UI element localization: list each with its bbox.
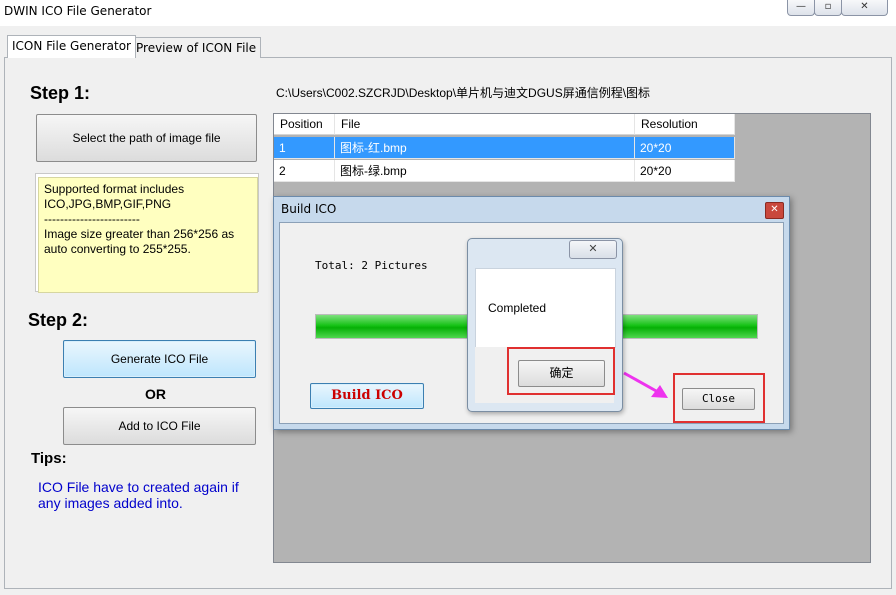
minimize-button[interactable]: — <box>787 0 815 16</box>
info-line: Supported format includes <box>44 182 185 196</box>
info-line: Image size greater than 256*256 as <box>44 227 235 241</box>
select-path-button[interactable]: Select the path of image file <box>36 114 257 162</box>
build-dialog-title: Build ICO <box>281 202 337 216</box>
cell-position[interactable]: 2 <box>274 160 335 182</box>
total-pictures-label: Total: 2 Pictures <box>315 259 428 272</box>
maximize-button[interactable]: ▫ <box>814 0 842 16</box>
build-dialog-close-icon[interactable]: ✕ <box>765 202 784 219</box>
cell-resolution[interactable]: 20*20 <box>635 160 735 182</box>
tips-text: ICO File have to created again if any im… <box>38 479 268 511</box>
tips-heading: Tips: <box>31 450 67 467</box>
tab-preview-of-icon-file[interactable]: Preview of ICON File <box>131 37 262 58</box>
annotation-arrow-icon <box>623 371 668 398</box>
completed-text: Completed <box>488 301 547 315</box>
supported-format-info: Supported format includes ICO,JPG,BMP,GI… <box>38 177 258 293</box>
cell-position[interactable]: 1 <box>274 137 335 159</box>
selected-path-label: C:\Users\C002.SZCRJD\Desktop\单片机与迪文DGUS屏… <box>276 86 651 100</box>
tips-line: ICO File have to created again if <box>38 479 239 495</box>
column-header-position[interactable]: Position <box>274 114 335 135</box>
window-close-button[interactable]: ✕ <box>841 0 888 16</box>
message-close-icon[interactable]: ✕ <box>569 240 617 259</box>
add-to-ico-button[interactable]: Add to ICO File <box>63 407 256 445</box>
generate-ico-button[interactable]: Generate ICO File <box>63 340 256 378</box>
tips-line: any images added into. <box>38 495 183 511</box>
info-line: ------------------------ <box>44 212 140 226</box>
cell-file[interactable]: 图标-绿.bmp <box>335 160 635 182</box>
cell-file[interactable]: 图标-红.bmp <box>335 137 635 159</box>
tab-icon-file-generator[interactable]: ICON File Generator <box>7 35 136 58</box>
info-line: ICO,JPG,BMP,GIF,PNG <box>44 197 172 211</box>
build-ico-button[interactable]: Build ICO <box>310 383 424 409</box>
step1-heading: Step 1: <box>30 83 91 103</box>
step2-heading: Step 2: <box>28 310 89 330</box>
ok-highlight-box <box>507 347 615 395</box>
cell-resolution[interactable]: 20*20 <box>635 137 735 159</box>
info-line: auto converting to 255*255. <box>44 242 191 256</box>
close-highlight-box <box>673 373 765 423</box>
column-header-file[interactable]: File <box>335 114 635 135</box>
column-header-resolution[interactable]: Resolution <box>635 114 735 135</box>
window-title: DWIN ICO File Generator <box>4 4 152 18</box>
or-label: OR <box>145 386 166 402</box>
